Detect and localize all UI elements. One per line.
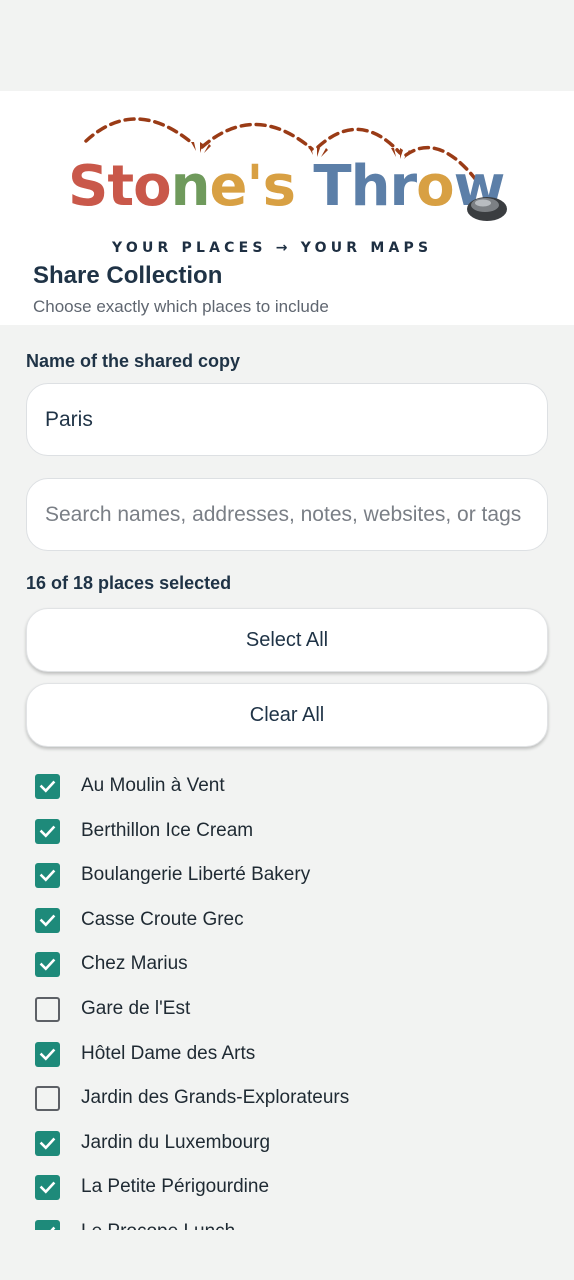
logo-part-1: Sto bbox=[68, 154, 172, 219]
checkmark-icon bbox=[39, 780, 56, 793]
checkbox-checked[interactable] bbox=[35, 951, 60, 977]
place-name: Hôtel Dame des Arts bbox=[81, 1043, 256, 1064]
place-row[interactable]: Chez Marius bbox=[35, 949, 188, 979]
search-input[interactable] bbox=[26, 478, 548, 551]
place-row[interactable]: Au Moulin à Vent bbox=[35, 771, 225, 801]
logo-part-4: Thr bbox=[294, 154, 417, 219]
stone-icon bbox=[467, 197, 507, 221]
checkmark-icon bbox=[39, 825, 56, 838]
clear-all-label: Clear All bbox=[249, 703, 325, 726]
header-card: Stone's Throw YOUR PLACES → YOUR MAPS Sh… bbox=[0, 91, 574, 325]
place-row[interactable]: Jardin des Grands-Explorateurs bbox=[35, 1083, 349, 1113]
checkbox-checked[interactable] bbox=[35, 862, 60, 888]
logo-wordmark: Stone's Throw bbox=[68, 159, 505, 215]
place-name: Le Procope Lunch bbox=[81, 1221, 235, 1230]
place-row[interactable]: Berthillon Ice Cream bbox=[35, 816, 253, 846]
logo-part-5: o bbox=[416, 154, 454, 219]
place-row[interactable]: Boulangerie Liberté Bakery bbox=[35, 860, 310, 890]
checkbox-unchecked[interactable] bbox=[35, 1085, 60, 1111]
select-all-label: Select All bbox=[245, 628, 329, 651]
checkmark-icon bbox=[39, 1137, 56, 1150]
checkbox-checked[interactable] bbox=[35, 1041, 60, 1067]
logo-part-3: e's bbox=[209, 154, 295, 219]
place-name: Gare de l'Est bbox=[81, 998, 191, 1019]
checkbox-checked[interactable] bbox=[35, 773, 60, 799]
checkmark-icon bbox=[39, 958, 56, 971]
place-name: Au Moulin à Vent bbox=[81, 775, 225, 796]
select-all-button[interactable]: Select All bbox=[26, 608, 548, 672]
checkmark-icon bbox=[39, 914, 56, 927]
place-name: Jardin du Luxembourg bbox=[81, 1132, 271, 1153]
checkbox-checked[interactable] bbox=[35, 818, 60, 844]
place-row[interactable]: Le Procope Lunch bbox=[35, 1217, 235, 1230]
checkmark-icon bbox=[49, 1226, 56, 1230]
app-logo: Stone's Throw YOUR PLACES → YOUR MAPS bbox=[60, 101, 520, 256]
place-row[interactable]: La Petite Périgourdine bbox=[35, 1172, 269, 1202]
checkbox-checked[interactable] bbox=[35, 1219, 60, 1230]
places-list: Au Moulin à Vent Berthillon Ice Cream Bo… bbox=[0, 764, 574, 1230]
place-name: Boulangerie Liberté Bakery bbox=[81, 864, 311, 885]
checkbox-checked[interactable] bbox=[35, 1130, 60, 1156]
place-name: Chez Marius bbox=[81, 953, 188, 974]
place-name: Jardin des Grands-Explorateurs bbox=[81, 1087, 350, 1108]
shared-copy-name-input[interactable] bbox=[26, 383, 548, 456]
place-row[interactable]: Casse Croute Grec bbox=[35, 905, 244, 935]
checkmark-icon bbox=[39, 1181, 56, 1194]
clear-all-button[interactable]: Clear All bbox=[26, 683, 548, 747]
logo-part-2: n bbox=[170, 154, 211, 219]
logo-tagline: YOUR PLACES → YOUR MAPS bbox=[112, 240, 433, 256]
checkbox-unchecked[interactable] bbox=[35, 996, 60, 1022]
selection-count: 16 of 18 places selected bbox=[26, 573, 232, 593]
place-row[interactable]: Gare de l'Est bbox=[35, 994, 190, 1024]
checkbox-checked[interactable] bbox=[35, 907, 60, 933]
checkbox-checked[interactable] bbox=[35, 1174, 60, 1200]
place-row[interactable]: Jardin du Luxembourg bbox=[35, 1128, 270, 1158]
place-row[interactable]: Hôtel Dame des Arts bbox=[35, 1039, 255, 1069]
checkmark-icon bbox=[39, 869, 56, 882]
place-name: La Petite Périgourdine bbox=[81, 1176, 270, 1197]
place-name: Casse Croute Grec bbox=[81, 909, 244, 930]
page-title: Share Collection bbox=[33, 262, 223, 289]
checkmark-icon bbox=[39, 1048, 56, 1061]
page-subtitle: Choose exactly which places to include bbox=[33, 297, 329, 316]
name-field-label: Name of the shared copy bbox=[26, 351, 241, 371]
place-name: Berthillon Ice Cream bbox=[81, 820, 254, 841]
